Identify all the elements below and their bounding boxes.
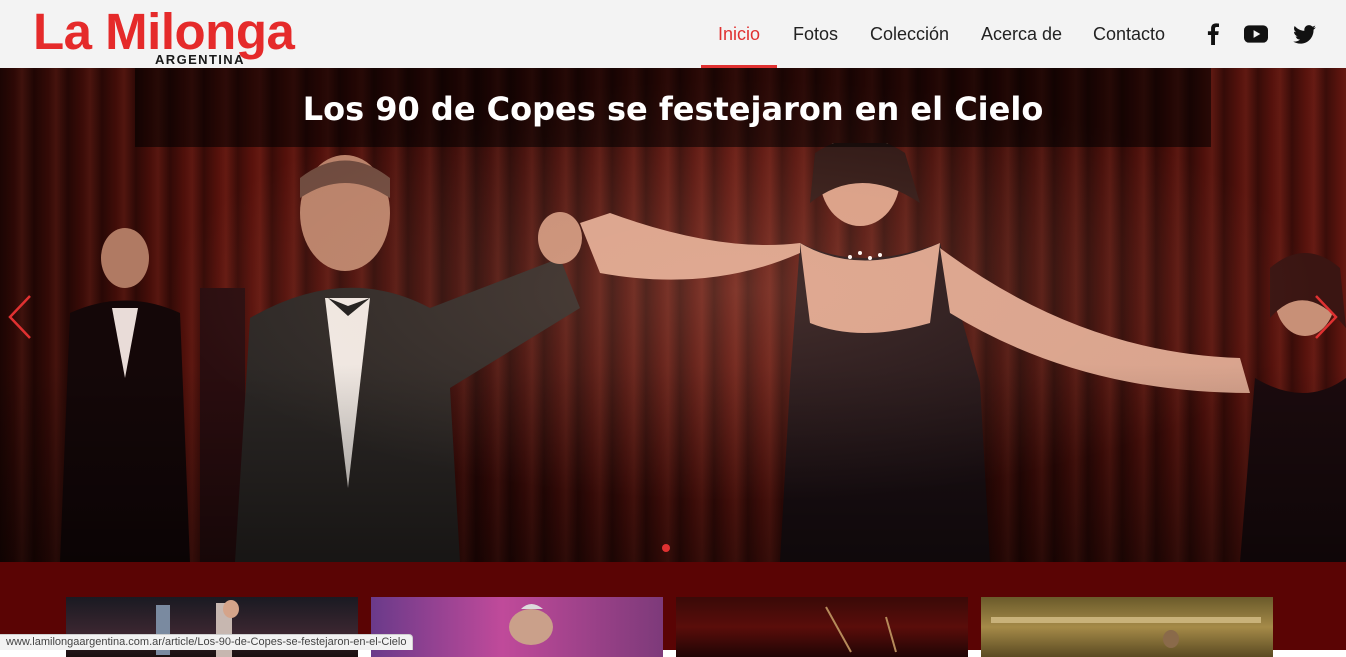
logo-title: La Milonga — [33, 3, 295, 60]
site-logo[interactable]: La Milonga ARGENTINA — [33, 3, 313, 68]
logo-subtitle: ARGENTINA — [155, 52, 245, 67]
slider-prev-arrow[interactable] — [6, 294, 34, 340]
nav-item-acerca-de[interactable]: Acerca de — [981, 0, 1062, 68]
facebook-icon[interactable] — [1201, 22, 1225, 46]
browser-status-url: www.lamilongaargentina.com.ar/article/Lo… — [0, 634, 414, 650]
twitter-icon[interactable] — [1292, 22, 1316, 46]
hero-slider[interactable]: Los 90 de Copes se festejaron en el Ciel… — [0, 68, 1346, 562]
youtube-icon[interactable] — [1244, 22, 1268, 46]
chevron-right-icon — [1315, 295, 1338, 339]
nav-item-inicio[interactable]: Inicio — [718, 0, 760, 68]
site-header: La Milonga ARGENTINA Inicio Fotos Colecc… — [0, 0, 1346, 69]
slider-dot-active[interactable] — [662, 544, 670, 552]
thumbnail-2[interactable] — [371, 597, 663, 657]
slide-title[interactable]: Los 90 de Copes se festejaron en el Ciel… — [0, 90, 1346, 128]
nav-item-contacto[interactable]: Contacto — [1093, 0, 1165, 68]
chevron-left-icon — [8, 295, 31, 339]
nav-item-fotos[interactable]: Fotos — [793, 0, 838, 68]
thumbnail-4[interactable] — [981, 597, 1273, 657]
thumbnail-3[interactable] — [676, 597, 968, 657]
slider-next-arrow[interactable] — [1312, 294, 1340, 340]
nav-item-coleccion[interactable]: Colección — [870, 0, 949, 68]
